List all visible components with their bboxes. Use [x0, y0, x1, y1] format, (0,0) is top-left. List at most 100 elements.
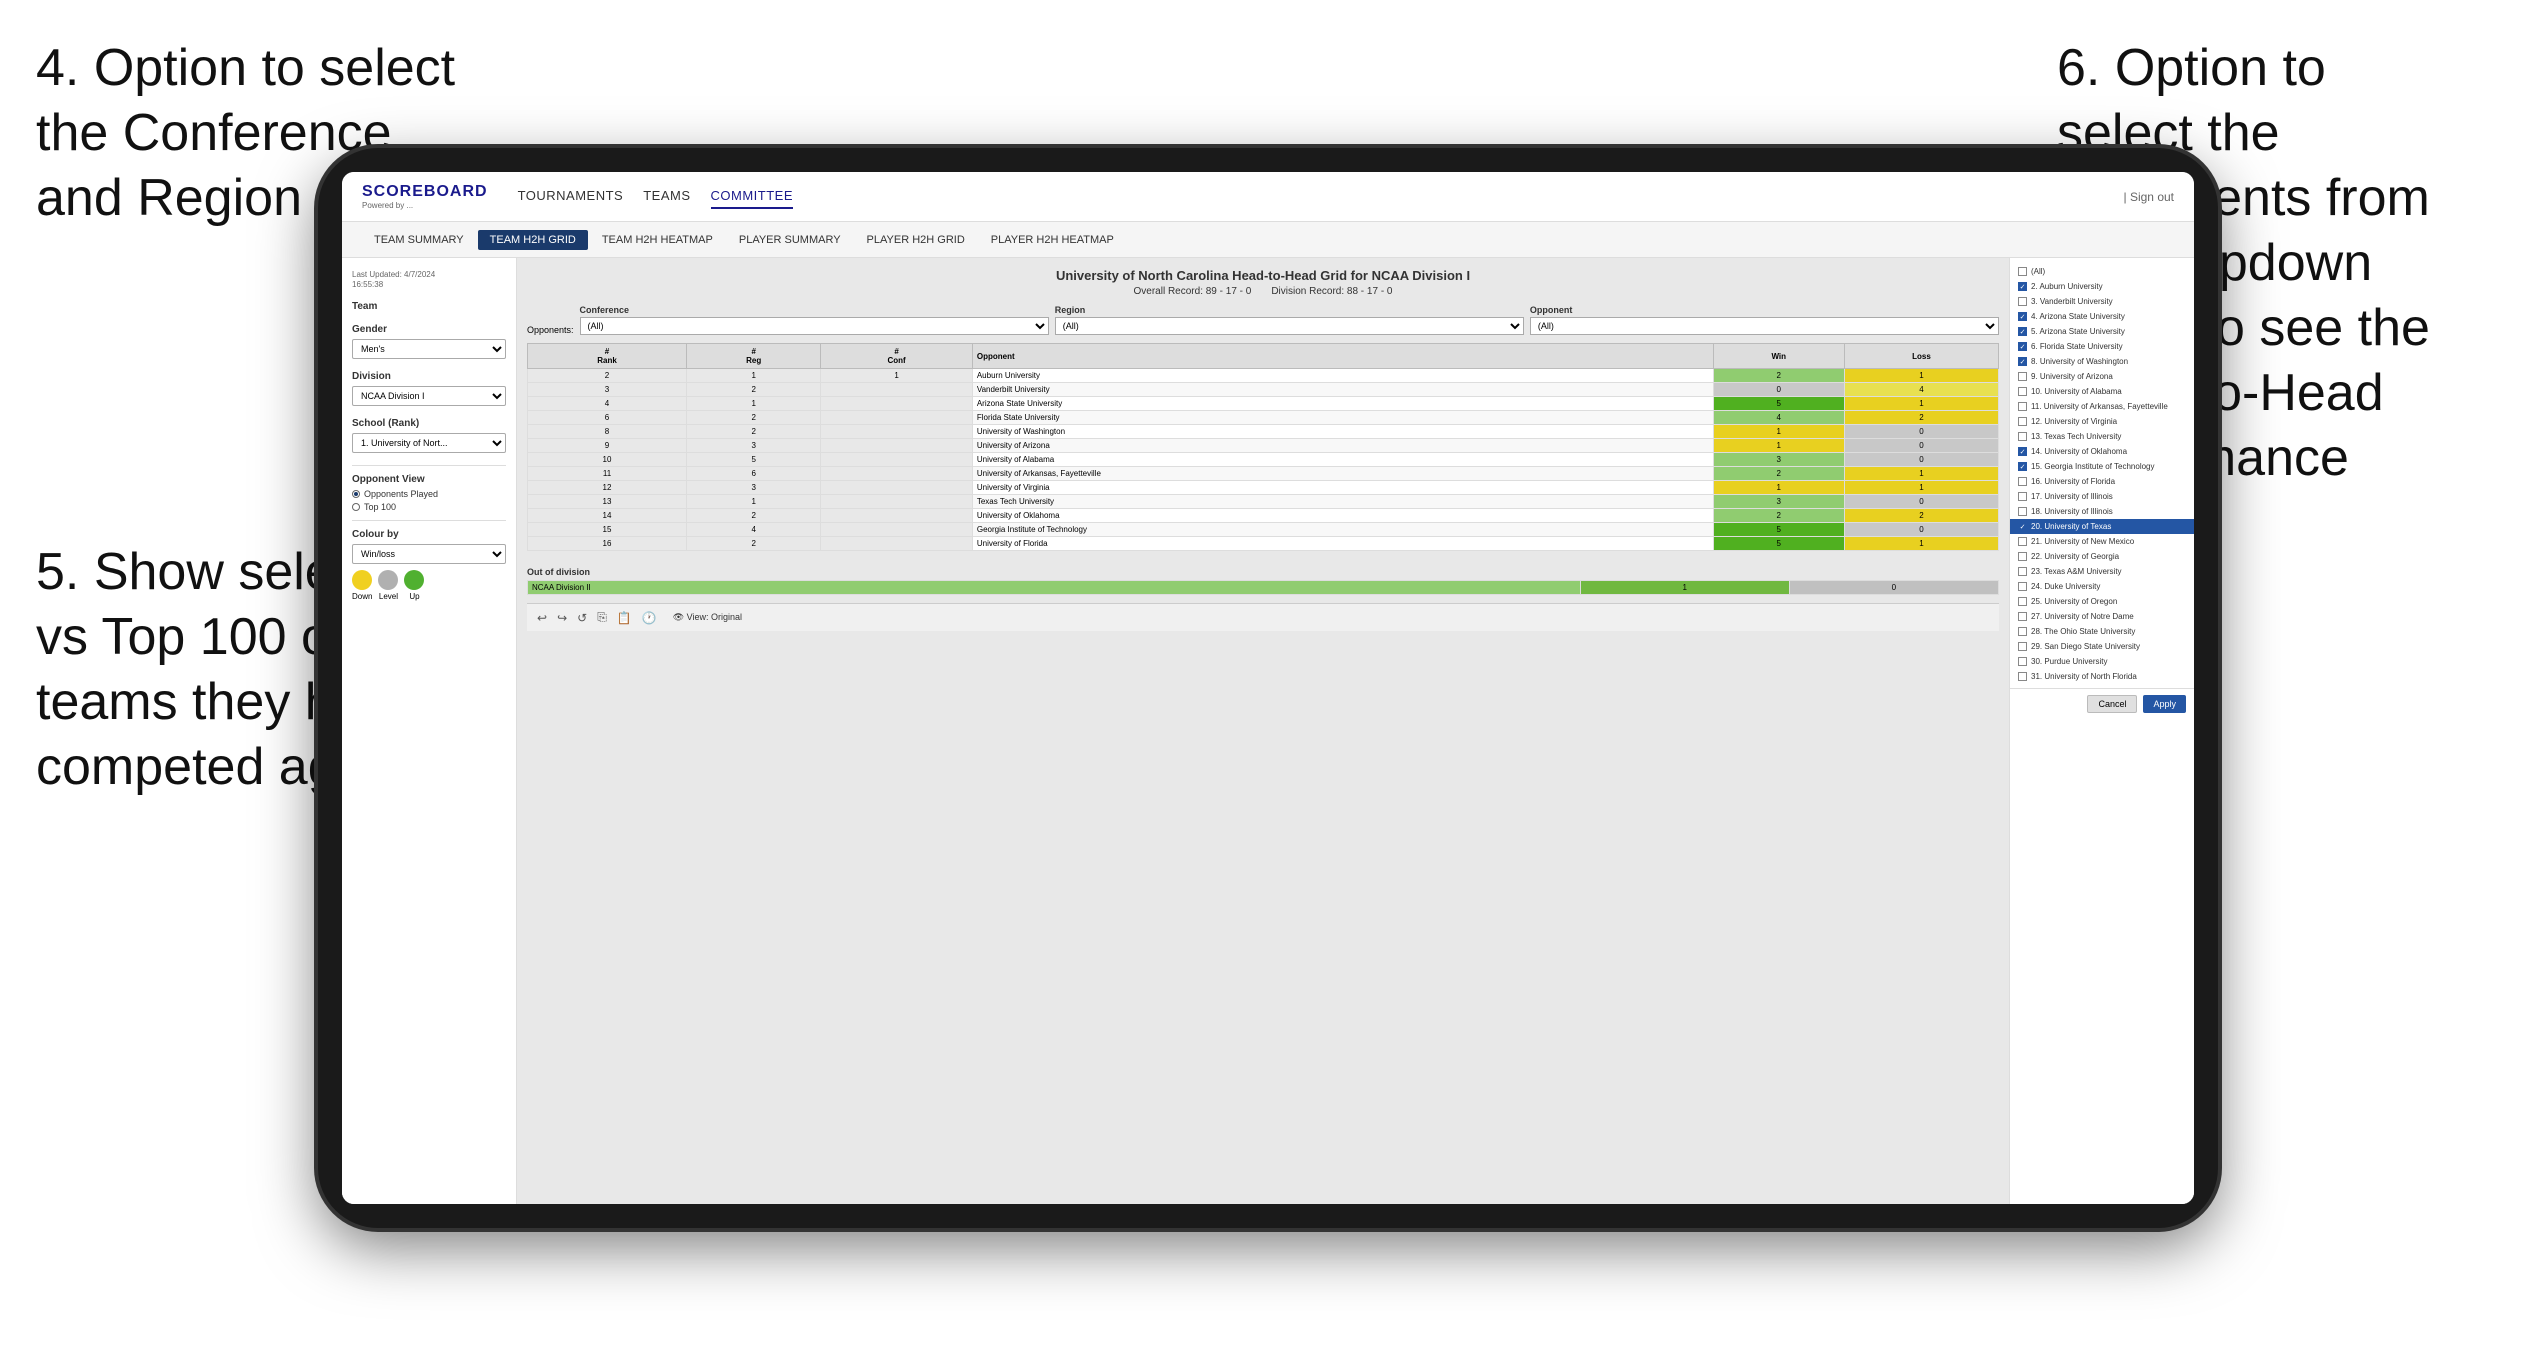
tab-team-h2h-heatmap[interactable]: TEAM H2H HEATMAP: [590, 230, 725, 250]
dropdown-item[interactable]: ✓4. Arizona State University: [2010, 309, 2194, 324]
table-row: 3 2 Vanderbilt University 0 4: [528, 383, 1999, 397]
checkbox: [2018, 402, 2027, 411]
division-dropdown[interactable]: NCAA Division I: [352, 386, 506, 406]
dropdown-item-label: 22. University of Georgia: [2031, 552, 2119, 561]
dropdown-item[interactable]: ✓14. University of Oklahoma: [2010, 444, 2194, 459]
cell-rank: 4: [528, 397, 687, 411]
cell-team: University of Oklahoma: [972, 509, 1713, 523]
opponent-filter: Opponent (All): [1530, 305, 1999, 335]
dropdown-item[interactable]: 31. University of North Florida: [2010, 669, 2194, 684]
dropdown-item[interactable]: 29. San Diego State University: [2010, 639, 2194, 654]
dropdown-item[interactable]: 11. University of Arkansas, Fayetteville: [2010, 399, 2194, 414]
cell-loss: 1: [1844, 397, 1998, 411]
opponent-select[interactable]: (All): [1530, 317, 1999, 335]
nav-teams[interactable]: TEAMS: [643, 184, 690, 209]
tab-team-summary[interactable]: TEAM SUMMARY: [362, 230, 476, 250]
tab-player-h2h-heatmap[interactable]: PLAYER H2H HEATMAP: [979, 230, 1126, 250]
nav-sign-out[interactable]: | Sign out: [2124, 190, 2174, 204]
dropdown-item[interactable]: 28. The Ohio State University: [2010, 624, 2194, 639]
dropdown-item[interactable]: 23. Texas A&M University: [2010, 564, 2194, 579]
dropdown-item[interactable]: 17. University of Illinois: [2010, 489, 2194, 504]
col-opponent: Opponent: [972, 344, 1713, 369]
undo-button[interactable]: ↩: [535, 609, 549, 627]
cell-loss: 0: [1844, 495, 1998, 509]
conference-select[interactable]: (All): [580, 317, 1049, 335]
cell-rank: 9: [528, 439, 687, 453]
table-row: 9 3 University of Arizona 1 0: [528, 439, 1999, 453]
colour-level: Level: [378, 570, 398, 601]
gender-dropdown[interactable]: Men's: [352, 339, 506, 359]
dropdown-item[interactable]: ✓15. Georgia Institute of Technology: [2010, 459, 2194, 474]
tab-team-h2h-grid[interactable]: TEAM H2H GRID: [478, 230, 588, 250]
radio-top100[interactable]: Top 100: [352, 502, 506, 512]
dropdown-item[interactable]: 16. University of Florida: [2010, 474, 2194, 489]
dropdown-item-label: 18. University of Illinois: [2031, 507, 2113, 516]
last-updated: Last Updated: 4/7/202416:55:38: [352, 270, 506, 291]
apply-button[interactable]: Apply: [2143, 695, 2186, 713]
redo-button[interactable]: ↪: [555, 609, 569, 627]
dropdown-item[interactable]: 30. Purdue University: [2010, 654, 2194, 669]
radio-opponents-played[interactable]: Opponents Played: [352, 489, 506, 499]
cell-conf: [821, 481, 973, 495]
col-win: Win: [1713, 344, 1844, 369]
dropdown-item-label: 16. University of Florida: [2031, 477, 2115, 486]
cell-rank: 8: [528, 425, 687, 439]
dropdown-item[interactable]: ✓8. University of Washington: [2010, 354, 2194, 369]
dropdown-item[interactable]: 27. University of Notre Dame: [2010, 609, 2194, 624]
col-loss: Loss: [1844, 344, 1998, 369]
cell-loss: 4: [1844, 383, 1998, 397]
dropdown-item[interactable]: 9. University of Arizona: [2010, 369, 2194, 384]
checkbox: [2018, 597, 2027, 606]
dropdown-item[interactable]: 18. University of Illinois: [2010, 504, 2194, 519]
colour-dropdown[interactable]: Win/loss: [352, 544, 506, 564]
clock-button[interactable]: 🕐: [640, 609, 659, 627]
checkbox: [2018, 267, 2027, 276]
tab-player-summary[interactable]: PLAYER SUMMARY: [727, 230, 853, 250]
colour-down: Down: [352, 570, 372, 601]
cell-conf: [821, 509, 973, 523]
dropdown-item[interactable]: 12. University of Virginia: [2010, 414, 2194, 429]
cell-team: Florida State University: [972, 411, 1713, 425]
cell-win: 2: [1713, 509, 1844, 523]
dropdown-item[interactable]: 22. University of Georgia: [2010, 549, 2194, 564]
dropdown-item[interactable]: ✓20. University of Texas: [2010, 519, 2194, 534]
checkbox: [2018, 477, 2027, 486]
cell-loss: 2: [1844, 411, 1998, 425]
cell-loss: 1: [1844, 369, 1998, 383]
copy-button[interactable]: ⎘: [595, 608, 609, 627]
sub-nav: TEAM SUMMARY TEAM H2H GRID TEAM H2H HEAT…: [342, 222, 2194, 258]
dropdown-item[interactable]: 10. University of Alabama: [2010, 384, 2194, 399]
dropdown-item[interactable]: (All): [2010, 264, 2194, 279]
cell-reg: 1: [687, 397, 821, 411]
colour-section: Colour by Win/loss Down Level: [352, 529, 506, 601]
nav-committee[interactable]: COMMITTEE: [711, 184, 794, 209]
nav-tournaments[interactable]: TOURNAMENTS: [518, 184, 624, 209]
checkbox: [2018, 642, 2027, 651]
dropdown-item[interactable]: 24. Duke University: [2010, 579, 2194, 594]
cancel-button[interactable]: Cancel: [2087, 695, 2137, 713]
cell-rank: 11: [528, 467, 687, 481]
dropdown-item[interactable]: ✓5. Arizona State University: [2010, 324, 2194, 339]
dropdown-item[interactable]: 21. University of New Mexico: [2010, 534, 2194, 549]
dropdown-item[interactable]: 13. Texas Tech University: [2010, 429, 2194, 444]
cell-rank: 6: [528, 411, 687, 425]
out-div-loss: 0: [1789, 581, 1998, 595]
dropdown-item[interactable]: ✓6. Florida State University: [2010, 339, 2194, 354]
opponent-view-label: Opponent View: [352, 474, 506, 485]
out-of-division: Out of division NCAA Division II 1 0: [527, 567, 1999, 595]
dropdown-item-label: 12. University of Virginia: [2031, 417, 2117, 426]
dropdown-item[interactable]: 3. Vanderbilt University: [2010, 294, 2194, 309]
cell-team: Georgia Institute of Technology: [972, 523, 1713, 537]
school-dropdown[interactable]: 1. University of Nort...: [352, 433, 506, 453]
dropdown-item[interactable]: ✓2. Auburn University: [2010, 279, 2194, 294]
paste-button[interactable]: 📋: [615, 609, 634, 627]
colour-circle-up: [404, 570, 424, 590]
cell-rank: 16: [528, 537, 687, 551]
filter-row: Opponents: Conference (All) Region (All): [527, 305, 1999, 335]
col-rank: #Rank: [528, 344, 687, 369]
tab-player-h2h-grid[interactable]: PLAYER H2H GRID: [855, 230, 977, 250]
refresh-button[interactable]: ↺: [575, 609, 589, 627]
region-select[interactable]: (All): [1055, 317, 1524, 335]
dropdown-item[interactable]: 25. University of Oregon: [2010, 594, 2194, 609]
table-row: 11 6 University of Arkansas, Fayettevill…: [528, 467, 1999, 481]
